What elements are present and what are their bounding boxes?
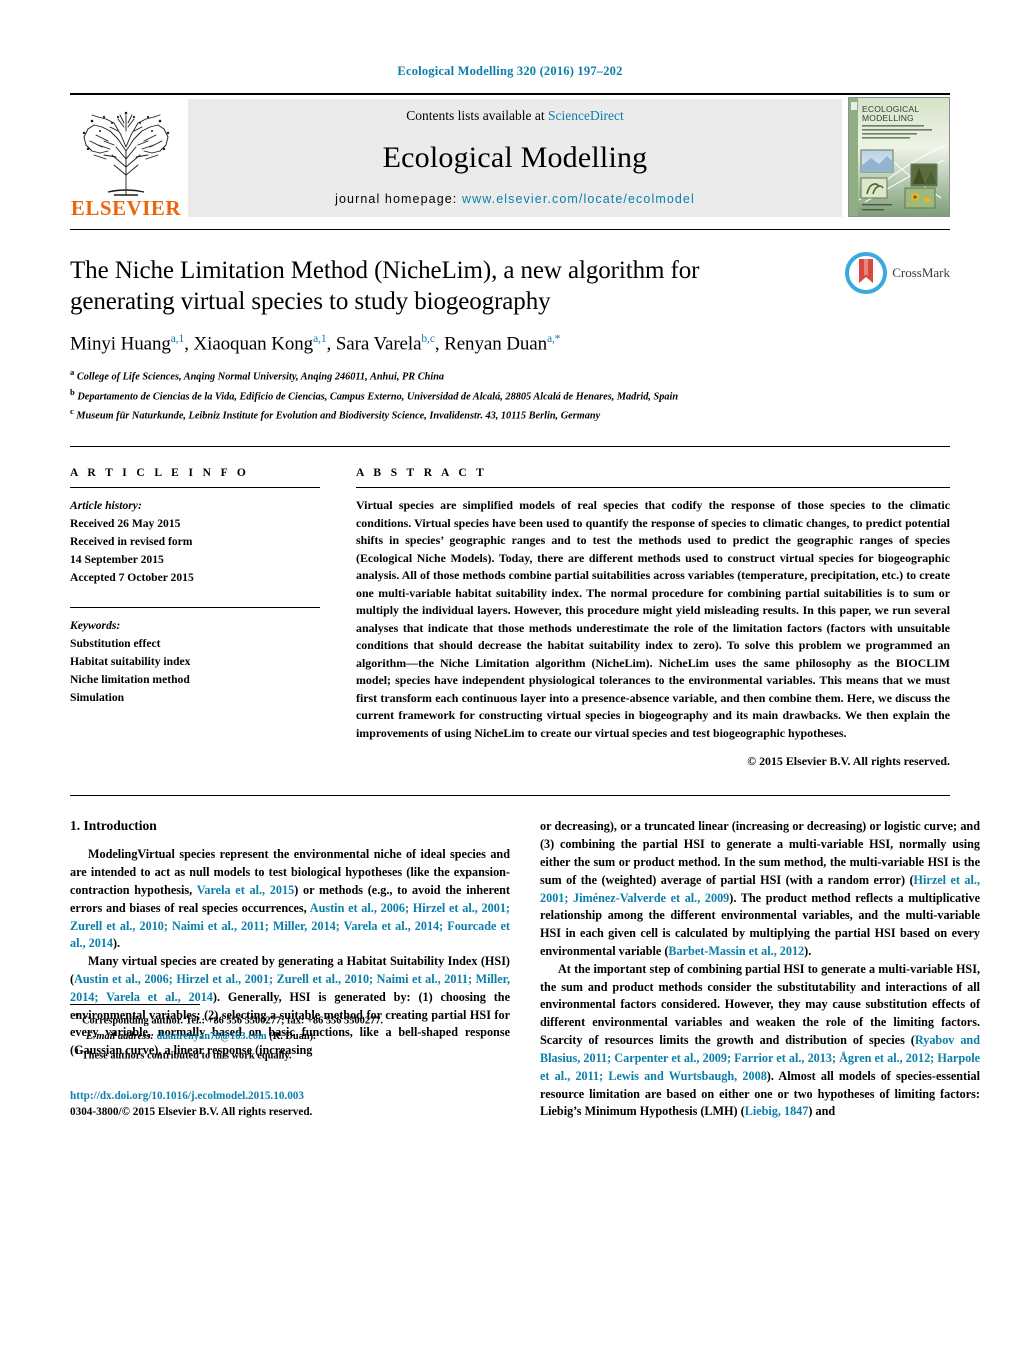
keywords-label: Keywords:	[70, 619, 121, 633]
journal-cover-art: ECOLOGICAL MODELLING	[849, 98, 949, 216]
doi-block: http://dx.doi.org/10.1016/j.ecolmodel.20…	[70, 1088, 510, 1122]
affiliation-item: c Museum für Naturkunde, Leibniz Institu…	[70, 406, 601, 422]
footnote-marker-one: 1	[75, 1045, 80, 1056]
doi-link[interactable]: http://dx.doi.org/10.1016/j.ecolmodel.20…	[70, 1088, 510, 1105]
abstract-column: A B S T R A C T Virtual species are simp…	[356, 467, 950, 769]
citation-link[interactable]: Austin et al., 2006; Hirzel et al., 2001…	[70, 972, 510, 1004]
abstract-heading: A B S T R A C T	[356, 467, 488, 480]
elsevier-tree-icon	[82, 111, 170, 196]
sciencedirect-link[interactable]: ScienceDirect	[548, 108, 624, 123]
masthead-center-panel: Contents lists available at ScienceDirec…	[188, 99, 842, 217]
affiliation-item: b Departamento de Ciencias de la Vida, E…	[70, 386, 679, 403]
affiliation-marker: b	[70, 386, 75, 397]
citation-link[interactable]: Hirzel et al., 2001; Jiménez-Valverde et…	[540, 873, 980, 905]
crossmark-badge[interactable]: CrossMark	[845, 252, 950, 294]
footnote-equal-text: These authors contributed to this work e…	[81, 1049, 292, 1061]
article-info-rule	[70, 487, 320, 489]
author-affiliation-marker: b,c	[421, 333, 435, 345]
page-title: The Niche Limitation Method (NicheLim), …	[70, 257, 700, 315]
author-name: Renyan Duan	[444, 333, 547, 355]
author-name: Xiaoquan Kong	[193, 333, 314, 355]
journal-cover-thumbnail: ECOLOGICAL MODELLING	[848, 97, 950, 217]
footnote-equal-contribution: 1 These authors contributed to this work…	[70, 1045, 510, 1064]
elsevier-logo: ELSEVIER	[70, 95, 182, 221]
author-affiliation-marker: a,1	[170, 333, 185, 345]
body-left-column: 1. Introduction ModelingVirtual species …	[70, 818, 510, 1121]
keyword-item: Simulation	[70, 691, 125, 705]
author-name: Minyi Huang	[70, 333, 171, 355]
citation-link[interactable]: Varela et al., 2015	[197, 883, 294, 897]
footnote-block: * Corresponding author. Tel.: +86 556 55…	[70, 1003, 510, 1122]
email-address-label: E-mail address:	[86, 1030, 154, 1042]
footnote-marker-asterisk: *	[75, 1010, 80, 1021]
journal-article-page: Ecological Modelling 320 (2016) 197–202	[0, 0, 1020, 1351]
author-name: Sara Varela	[335, 333, 422, 355]
author-affiliation-marker: a,*	[547, 333, 561, 345]
right-column-paragraphs: or decreasing), or a truncated linear (i…	[540, 818, 980, 1121]
keyword-item: Habitat suitability index	[70, 655, 191, 669]
footnote-corresponding-author: * Corresponding author. Tel.: +86 556 55…	[70, 1010, 510, 1029]
keywords-rule	[70, 607, 320, 609]
section-title-introduction: 1. Introduction	[70, 818, 157, 834]
keywords-list: Substitution effect Habitat suitability i…	[70, 635, 320, 707]
issn-copyright-line: 0304-3800/© 2015 Elsevier B.V. All right…	[70, 1106, 313, 1119]
footnote-corresponding-text: Corresponding author. Tel.: +86 556 5500…	[81, 1015, 384, 1027]
journal-masthead: ELSEVIER Contents lists available at Sci…	[70, 93, 950, 221]
article-history-item: Received 26 May 2015	[70, 517, 181, 531]
abstract-copyright: © 2015 Elsevier B.V. All rights reserved…	[747, 754, 950, 769]
title-block: CrossMark The Niche Limitation Method (N…	[70, 230, 950, 424]
footnote-rule	[70, 1003, 200, 1005]
contents-available-line: Contents lists available at ScienceDirec…	[406, 108, 623, 124]
article-history-item: Accepted 7 October 2015	[70, 571, 194, 585]
author-affiliation-marker: a,1	[313, 333, 327, 345]
article-history-item: 14 September 2015	[70, 553, 164, 567]
svg-text:MODELLING: MODELLING	[862, 113, 914, 123]
abstract-text: Virtual species are simplified models of…	[356, 498, 950, 740]
body-columns: 1. Introduction ModelingVirtual species …	[70, 796, 980, 1121]
article-history-list: Received 26 May 2015 Received in revised …	[70, 515, 320, 587]
abstract-rule	[356, 487, 950, 489]
article-history-label: Article history:	[70, 499, 142, 513]
keyword-item: Niche limitation method	[70, 673, 190, 687]
article-info-column: A R T I C L E I N F O Article history: R…	[70, 467, 320, 769]
body-right-column: or decreasing), or a truncated linear (i…	[540, 818, 980, 1121]
info-abstract-row: A R T I C L E I N F O Article history: R…	[70, 447, 950, 769]
affiliation-marker: a	[70, 367, 75, 378]
citation-link[interactable]: Barbet-Massin et al., 2012	[668, 944, 804, 958]
email-link[interactable]: duanrenyan78@163.com	[156, 1031, 266, 1042]
body-paragraph: or decreasing), or a truncated linear (i…	[540, 819, 981, 959]
citation-link[interactable]: Austin et al., 2006; Hirzel et al., 2001…	[70, 901, 510, 951]
running-head: Ecological Modelling 320 (2016) 197–202	[397, 64, 623, 78]
body-paragraph: ModelingVirtual species represent the en…	[70, 847, 510, 951]
body-paragraph: At the important step of combining parti…	[540, 961, 980, 1119]
footnote-email-line: E-mail address: duanrenyan78@163.com (R.…	[70, 1029, 510, 1045]
journal-homepage-line: journal homepage: www.elsevier.com/locat…	[335, 192, 695, 206]
citation-link[interactable]: Ryabov and Blasius, 2011; Carpenter et a…	[540, 1033, 980, 1083]
crossmark-icon	[845, 252, 888, 294]
author-list: Minyi Huanga,1, Xiaoquan Konga,1, Sara V…	[70, 333, 561, 355]
email-suffix: (R. Duan).	[266, 1030, 316, 1042]
article-history-item: Received in revised form	[70, 535, 193, 549]
citation-link[interactable]: Liebig, 1847	[745, 1104, 809, 1118]
homepage-url-link[interactable]: www.elsevier.com/locate/ecolmodel	[462, 192, 695, 206]
affiliation-marker: c	[70, 406, 74, 417]
elsevier-wordmark: ELSEVIER	[70, 196, 182, 220]
contents-prefix: Contents lists available at	[406, 108, 548, 123]
keyword-item: Substitution effect	[70, 637, 161, 651]
affiliation-item: a College of Life Sciences, Anqing Norma…	[70, 367, 445, 383]
affiliation-list: a College of Life Sciences, Anqing Norma…	[70, 366, 950, 424]
article-info-heading: A R T I C L E I N F O	[70, 467, 250, 480]
crossmark-label: CrossMark	[892, 265, 950, 280]
journal-title: Ecological Modelling	[382, 141, 648, 174]
homepage-label: journal homepage:	[335, 192, 458, 206]
